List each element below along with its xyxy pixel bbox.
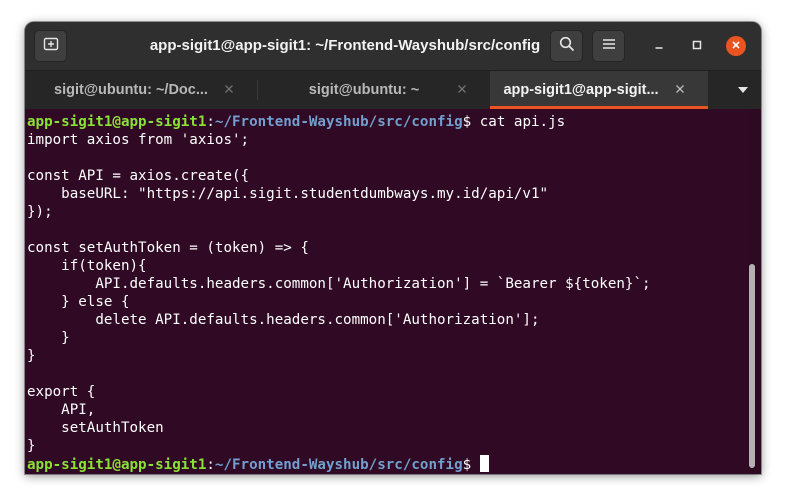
output-line: } else { bbox=[27, 294, 130, 310]
tab-sigit-home[interactable]: sigit@ubuntu: ~ bbox=[258, 71, 490, 109]
output-line: const API = axios.create({ bbox=[27, 168, 250, 184]
maximize-button[interactable] bbox=[687, 36, 707, 56]
tab-sigit-documents[interactable]: sigit@ubuntu: ~/Doc... bbox=[25, 71, 257, 109]
output-line: } bbox=[27, 330, 70, 346]
prompt-path: ~/Frontend-Wayshub/src/config bbox=[214, 114, 463, 130]
close-icon bbox=[225, 85, 233, 93]
minimize-icon bbox=[654, 37, 664, 55]
output-line: export { bbox=[27, 384, 96, 400]
close-icon bbox=[676, 85, 684, 93]
current-prompt-line: app-sigit1@app-sigit1:~/Frontend-Wayshub… bbox=[27, 455, 747, 473]
tab-close-button[interactable] bbox=[221, 81, 237, 97]
prompt-colon: : bbox=[206, 457, 215, 473]
output-line: if(token){ bbox=[27, 258, 147, 274]
search-icon bbox=[559, 36, 575, 57]
hamburger-menu-icon bbox=[602, 37, 616, 55]
prompt-symbol: $ bbox=[462, 114, 480, 130]
chevron-down-icon bbox=[737, 81, 749, 99]
new-tab-icon bbox=[43, 36, 59, 57]
search-button[interactable] bbox=[550, 30, 583, 62]
tabs-dropdown-button[interactable] bbox=[725, 71, 761, 109]
prompt-symbol: $ bbox=[462, 457, 480, 473]
close-button[interactable] bbox=[726, 36, 746, 56]
output-line: delete API.defaults.headers.common['Auth… bbox=[27, 312, 540, 328]
menu-button[interactable] bbox=[592, 30, 625, 62]
output-line: const setAuthToken = (token) => { bbox=[27, 240, 309, 256]
output-line: }); bbox=[27, 204, 53, 220]
tab-app-sigit1[interactable]: app-sigit1@app-sigit... bbox=[490, 71, 708, 109]
tab-label: sigit@ubuntu: ~/Doc... bbox=[54, 82, 208, 98]
close-icon bbox=[731, 37, 741, 55]
output-line: API.defaults.headers.common['Authorizati… bbox=[27, 276, 651, 292]
output-line: setAuthToken bbox=[27, 420, 164, 436]
tab-bar: sigit@ubuntu: ~/Doc... sigit@ubuntu: ~ a… bbox=[25, 71, 761, 109]
window-title: app-sigit1@app-sigit1: ~/Frontend-Wayshu… bbox=[149, 37, 541, 54]
prompt-user-host: app-sigit1@app-sigit1 bbox=[27, 457, 207, 473]
command-text: cat api.js bbox=[479, 114, 566, 130]
output-line: baseURL: "https://api.sigit.studentdumbw… bbox=[27, 186, 549, 202]
scrollbar-thumb[interactable] bbox=[749, 264, 755, 468]
tab-close-button[interactable] bbox=[672, 81, 688, 97]
output-line: import axios from 'axios'; bbox=[27, 132, 250, 148]
output-line: } bbox=[27, 348, 36, 364]
terminal-output[interactable]: app-sigit1@app-sigit1:~/Frontend-Wayshub… bbox=[25, 109, 747, 474]
close-icon bbox=[458, 85, 466, 93]
text-cursor bbox=[479, 455, 489, 472]
output-line: } bbox=[27, 438, 36, 454]
header-bar: app-sigit1@app-sigit1: ~/Frontend-Wayshu… bbox=[25, 22, 761, 71]
prompt-user-host: app-sigit1@app-sigit1 bbox=[27, 114, 207, 130]
maximize-icon bbox=[692, 37, 702, 55]
minimize-button[interactable] bbox=[649, 36, 669, 56]
tab-label: sigit@ubuntu: ~ bbox=[308, 82, 420, 98]
new-tab-button[interactable] bbox=[34, 30, 67, 62]
terminal-window: app-sigit1@app-sigit1: ~/Frontend-Wayshu… bbox=[25, 22, 761, 474]
command-line: app-sigit1@app-sigit1:~/Frontend-Wayshub… bbox=[27, 113, 747, 131]
prompt-colon: : bbox=[206, 114, 215, 130]
tab-label: app-sigit1@app-sigit... bbox=[503, 82, 659, 98]
prompt-path: ~/Frontend-Wayshub/src/config bbox=[214, 457, 463, 473]
output-line: API, bbox=[27, 402, 96, 418]
tab-close-button[interactable] bbox=[454, 81, 470, 97]
